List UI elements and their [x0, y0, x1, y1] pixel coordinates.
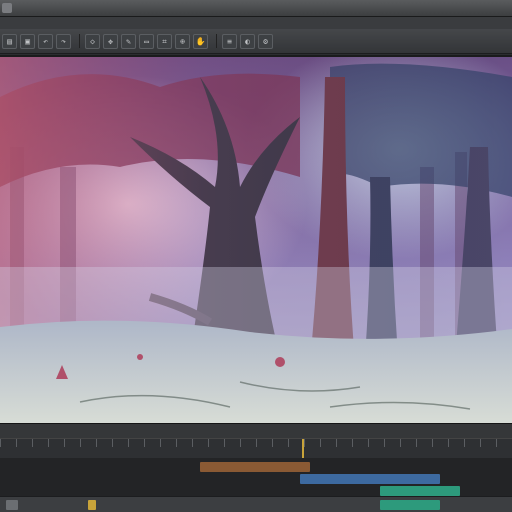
timeline-ticks: [0, 439, 512, 447]
hand-icon[interactable]: ✋: [193, 33, 208, 49]
toolbar: ▤ ▣ ↶ ↷ ◇ ✥ ✎ ▭ ⌗ ⊕ ✋ ≡ ◐ ⚙: [0, 29, 512, 54]
move-icon[interactable]: ✥: [103, 33, 118, 49]
layers-icon[interactable]: ≡: [222, 33, 237, 49]
track: [0, 462, 512, 472]
track: [0, 474, 512, 484]
save-icon[interactable]: ▣: [20, 33, 35, 49]
brush-icon[interactable]: ✎: [121, 33, 136, 49]
clip[interactable]: [300, 474, 440, 484]
undo-icon[interactable]: ↶: [38, 33, 53, 49]
forest-scene-image: [0, 57, 512, 425]
app-icon: [2, 3, 12, 13]
progress-indicator: [380, 500, 440, 510]
crop-icon[interactable]: ⌗: [157, 33, 172, 49]
bottom-bar: [0, 496, 512, 512]
toolbar-separator: [216, 34, 217, 48]
select-icon[interactable]: ◇: [85, 33, 100, 49]
start-button[interactable]: [6, 500, 18, 510]
redo-icon[interactable]: ↷: [56, 33, 71, 49]
title-bar: [0, 0, 512, 17]
app-indicator[interactable]: [88, 500, 96, 510]
timeline-ruler[interactable]: [0, 438, 512, 459]
menu-bar: [0, 17, 512, 29]
timeline-tracks[interactable]: [0, 458, 512, 496]
playhead[interactable]: [302, 439, 304, 459]
status-bar: [0, 423, 512, 438]
clip[interactable]: [380, 486, 460, 496]
clip[interactable]: [200, 462, 310, 472]
color-icon[interactable]: ◐: [240, 33, 255, 49]
settings-icon[interactable]: ⚙: [258, 33, 273, 49]
folder-icon[interactable]: ▤: [2, 33, 17, 49]
app-window: ▤ ▣ ↶ ↷ ◇ ✥ ✎ ▭ ⌗ ⊕ ✋ ≡ ◐ ⚙: [0, 0, 512, 512]
eraser-icon[interactable]: ▭: [139, 33, 154, 49]
toolbar-separator: [79, 34, 80, 48]
zoom-icon[interactable]: ⊕: [175, 33, 190, 49]
image-canvas[interactable]: [0, 55, 512, 425]
track: [0, 486, 512, 496]
